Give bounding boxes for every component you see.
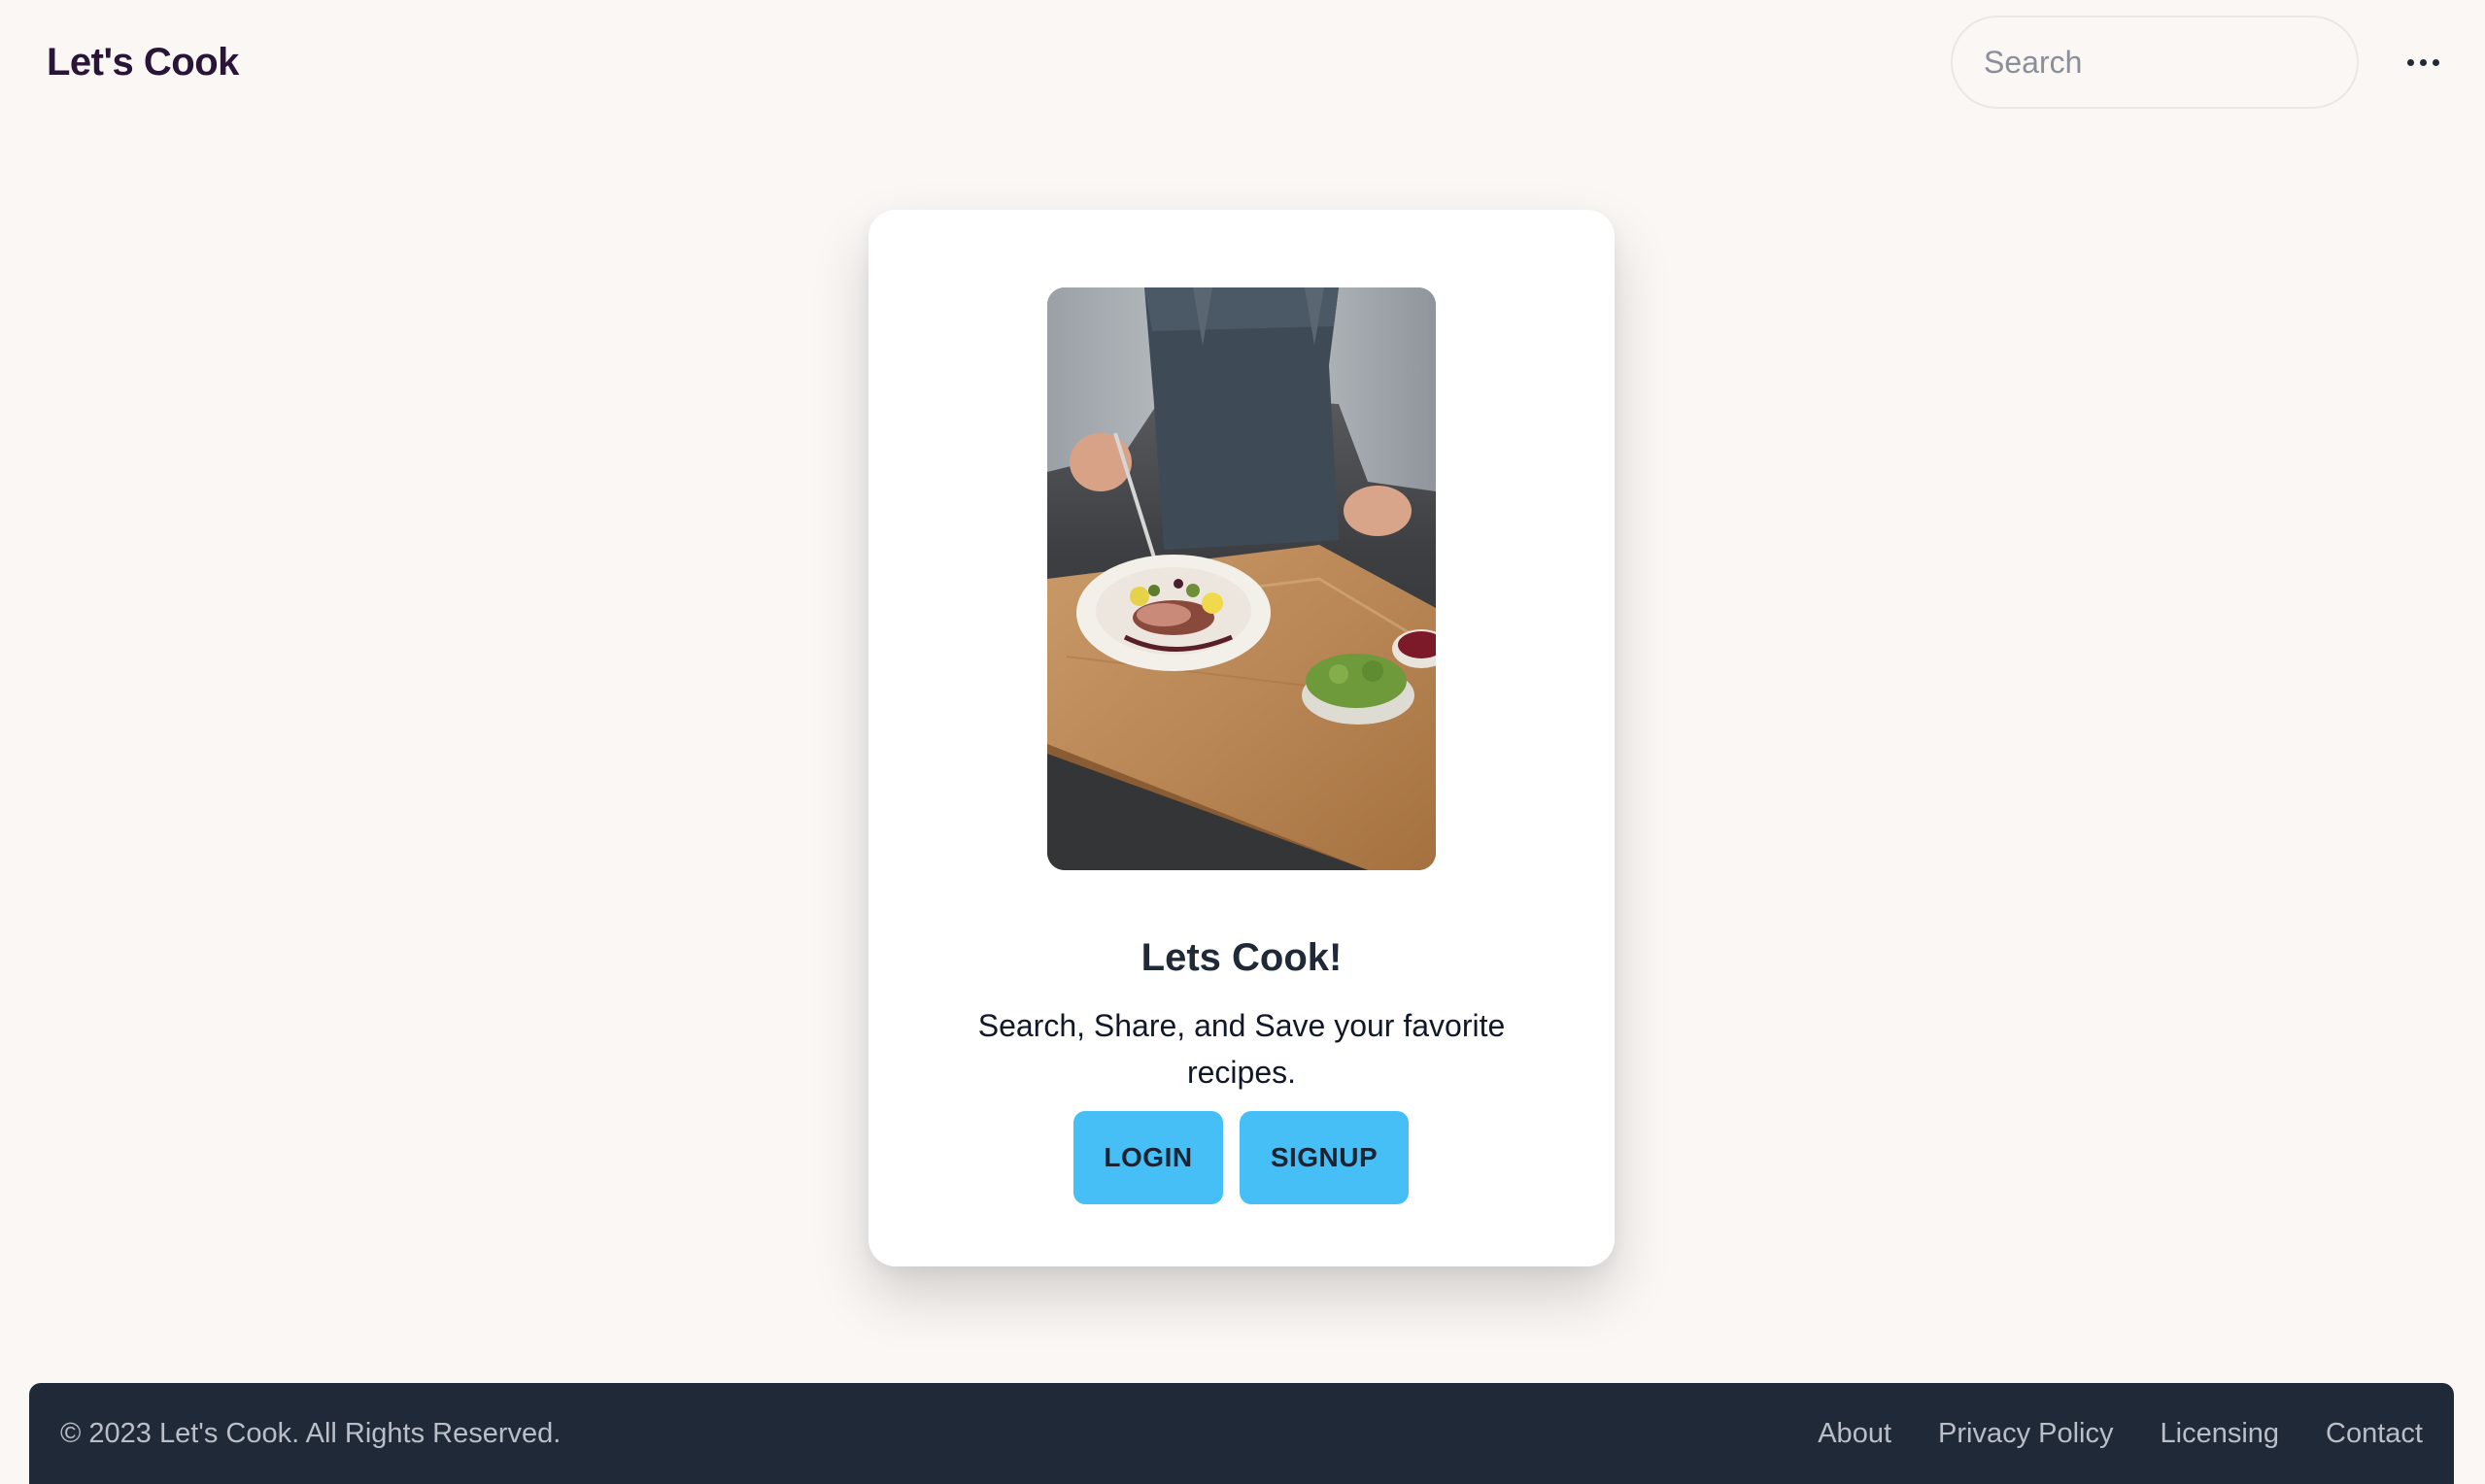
footer-link-privacy-policy[interactable]: Privacy Policy bbox=[1938, 1418, 2114, 1450]
footer-link-about[interactable]: About bbox=[1818, 1418, 1891, 1450]
footer-copyright: © 2023 Let's Cook. All Rights Reserved. bbox=[60, 1418, 562, 1449]
card-title: Lets Cook! bbox=[1140, 936, 1343, 979]
page: Let's Cook Search Lets Cook! Search, Sha… bbox=[0, 0, 2485, 1484]
signup-button[interactable]: SIGNUP bbox=[1240, 1111, 1409, 1204]
welcome-card: Lets Cook! Search, Share, and Save your … bbox=[868, 210, 1615, 1266]
chef-plating-dish-photo bbox=[1047, 287, 1436, 870]
ellipsis-dot bbox=[2419, 58, 2427, 66]
hero-image bbox=[1047, 287, 1436, 870]
search-input[interactable] bbox=[1953, 17, 2357, 107]
footer-link-contact[interactable]: Contact bbox=[2326, 1418, 2423, 1450]
more-options-button[interactable] bbox=[2398, 37, 2448, 87]
footer: © 2023 Let's Cook. All Rights Reserved. … bbox=[29, 1383, 2454, 1484]
login-button[interactable]: LOGIN bbox=[1073, 1111, 1223, 1204]
brand-logo-text[interactable]: Let's Cook bbox=[47, 35, 239, 89]
card-description: Search, Share, and Save your favorite re… bbox=[977, 1008, 1506, 1090]
ellipsis-horizontal-icon bbox=[2406, 58, 2414, 66]
footer-nav: About Privacy Policy Licensing Contact bbox=[1818, 1383, 2423, 1484]
ellipsis-dot bbox=[2432, 58, 2439, 66]
footer-link-licensing[interactable]: Licensing bbox=[2161, 1418, 2280, 1450]
search-box[interactable] bbox=[1951, 16, 2359, 109]
navbar: Let's Cook bbox=[0, 0, 2485, 126]
